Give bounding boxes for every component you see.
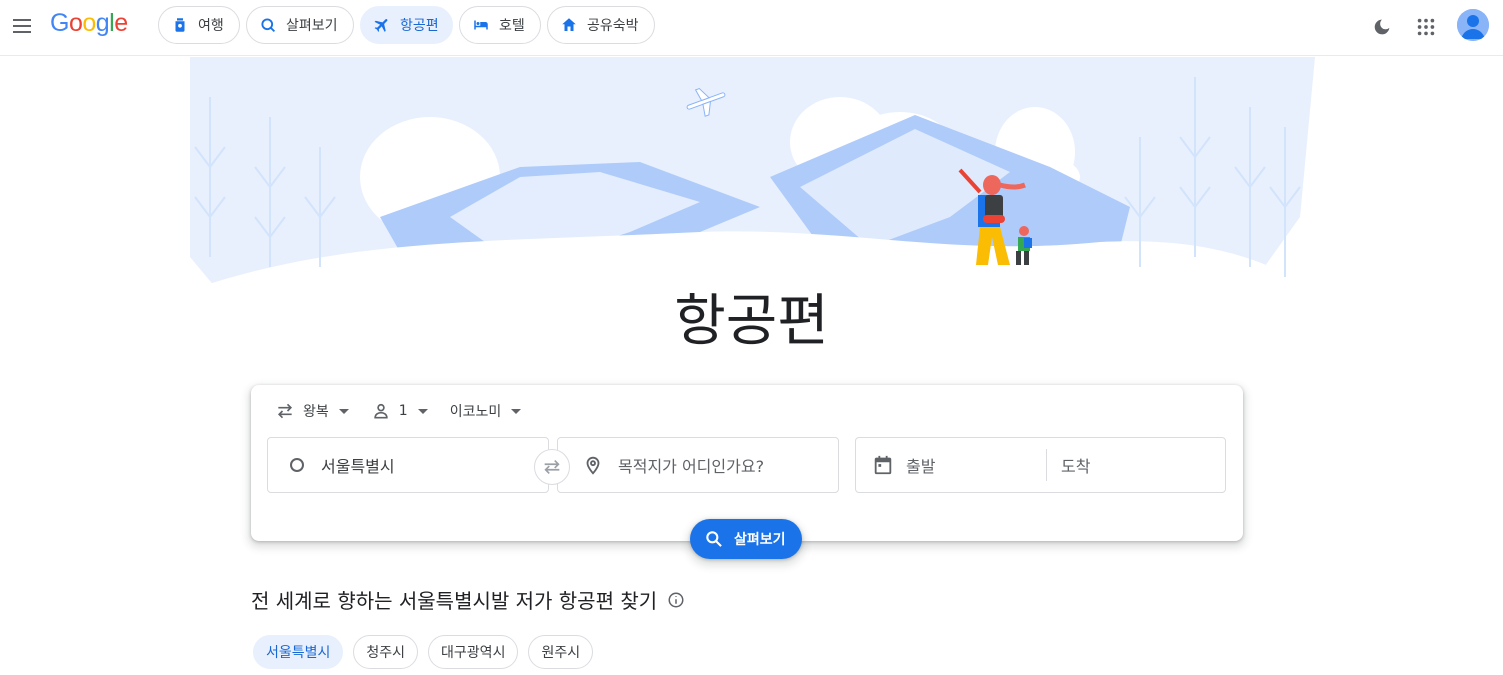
logo-letter: e — [114, 9, 128, 37]
city-chip[interactable]: 원주시 — [528, 635, 594, 669]
logo-letter: o — [68, 9, 83, 37]
tab-hotels[interactable]: 호텔 — [459, 6, 541, 44]
product-tabs: 여행 살펴보기 항공편 호텔 공유숙박 — [158, 6, 655, 44]
origin-input[interactable]: 서울특별시 — [267, 437, 549, 493]
google-logo[interactable]: Google — [50, 9, 128, 38]
menu-icon[interactable] — [10, 14, 34, 38]
apps-grid-icon[interactable] — [1415, 16, 1437, 38]
origin-circle-icon — [290, 458, 304, 472]
chevron-down-icon — [417, 408, 428, 414]
swap-arrows-icon — [277, 403, 293, 419]
date-range-input[interactable]: 출발 도착 — [855, 437, 1226, 493]
origin-city-chips: 서울특별시 청주시 대구광역시 원주시 — [253, 635, 594, 669]
swap-arrows-icon — [544, 459, 560, 475]
date-divider — [1046, 449, 1047, 481]
explore-section-title: 전 세계로 향하는 서울특별시발 저가 항공편 찾기 — [251, 585, 685, 614]
search-options: 왕복 1 이코노미 — [275, 399, 543, 423]
search-icon — [706, 531, 722, 547]
airplane-icon — [373, 16, 391, 34]
cabin-class-select[interactable]: 이코노미 — [450, 399, 522, 423]
return-date-placeholder[interactable]: 도착 — [1061, 453, 1090, 477]
hero-illustration — [190, 57, 1315, 287]
tab-travel[interactable]: 여행 — [158, 6, 240, 44]
tab-label: 여행 — [198, 18, 224, 34]
tab-label: 호텔 — [499, 18, 525, 34]
tab-flights[interactable]: 항공편 — [360, 6, 453, 44]
logo-letter: G — [50, 9, 69, 37]
top-app-bar: Google 여행 살펴보기 항공편 호텔 공유숙박 — [0, 0, 1503, 56]
city-chip[interactable]: 청주시 — [353, 635, 419, 669]
luggage-tag-icon — [171, 16, 189, 34]
destination-input[interactable]: 목적지가 어디인가요? — [557, 437, 839, 493]
flight-search-card: 왕복 1 이코노미 서울특별시 목적지가 어디인가요? 출발 도착 살펴보기 — [251, 385, 1243, 559]
person-icon — [374, 403, 388, 419]
trip-type-value: 왕복 — [303, 404, 329, 420]
page-title: 항공편 — [674, 289, 829, 354]
city-chip[interactable]: 서울특별시 — [253, 635, 344, 669]
info-icon[interactable] — [667, 591, 685, 609]
logo-letter: o — [82, 9, 96, 37]
tab-label: 항공편 — [400, 18, 439, 34]
home-icon — [560, 16, 578, 34]
passenger-count: 1 — [398, 403, 408, 419]
origin-value: 서울특별시 — [321, 457, 395, 476]
tab-label: 살펴보기 — [286, 18, 338, 34]
departure-date-placeholder[interactable]: 출발 — [906, 453, 1046, 477]
search-button[interactable]: 살펴보기 — [690, 519, 802, 559]
tab-vacation-rentals[interactable]: 공유숙박 — [547, 6, 655, 44]
chevron-down-icon — [338, 408, 349, 414]
trip-type-select[interactable]: 왕복 — [275, 399, 349, 423]
cabin-class-value: 이코노미 — [449, 404, 502, 420]
chevron-down-icon — [511, 408, 522, 414]
city-chip[interactable]: 대구광역시 — [428, 635, 519, 669]
dark-mode-icon[interactable] — [1371, 16, 1393, 38]
passenger-select[interactable]: 1 — [371, 399, 428, 423]
location-pin-icon — [586, 456, 600, 475]
swap-origin-destination-button[interactable] — [534, 449, 570, 485]
logo-letter: g — [95, 9, 110, 37]
tab-label: 공유숙박 — [587, 18, 639, 34]
tab-explore[interactable]: 살펴보기 — [246, 6, 354, 44]
explore-search-icon — [259, 16, 277, 34]
destination-placeholder: 목적지가 어디인가요? — [618, 457, 765, 476]
account-avatar-icon[interactable] — [1457, 9, 1489, 41]
bed-icon — [472, 16, 490, 34]
explore-title-text: 전 세계로 향하는 서울특별시발 저가 항공편 찾기 — [251, 589, 658, 613]
search-button-label: 살펴보기 — [734, 532, 786, 548]
calendar-icon — [874, 455, 892, 475]
